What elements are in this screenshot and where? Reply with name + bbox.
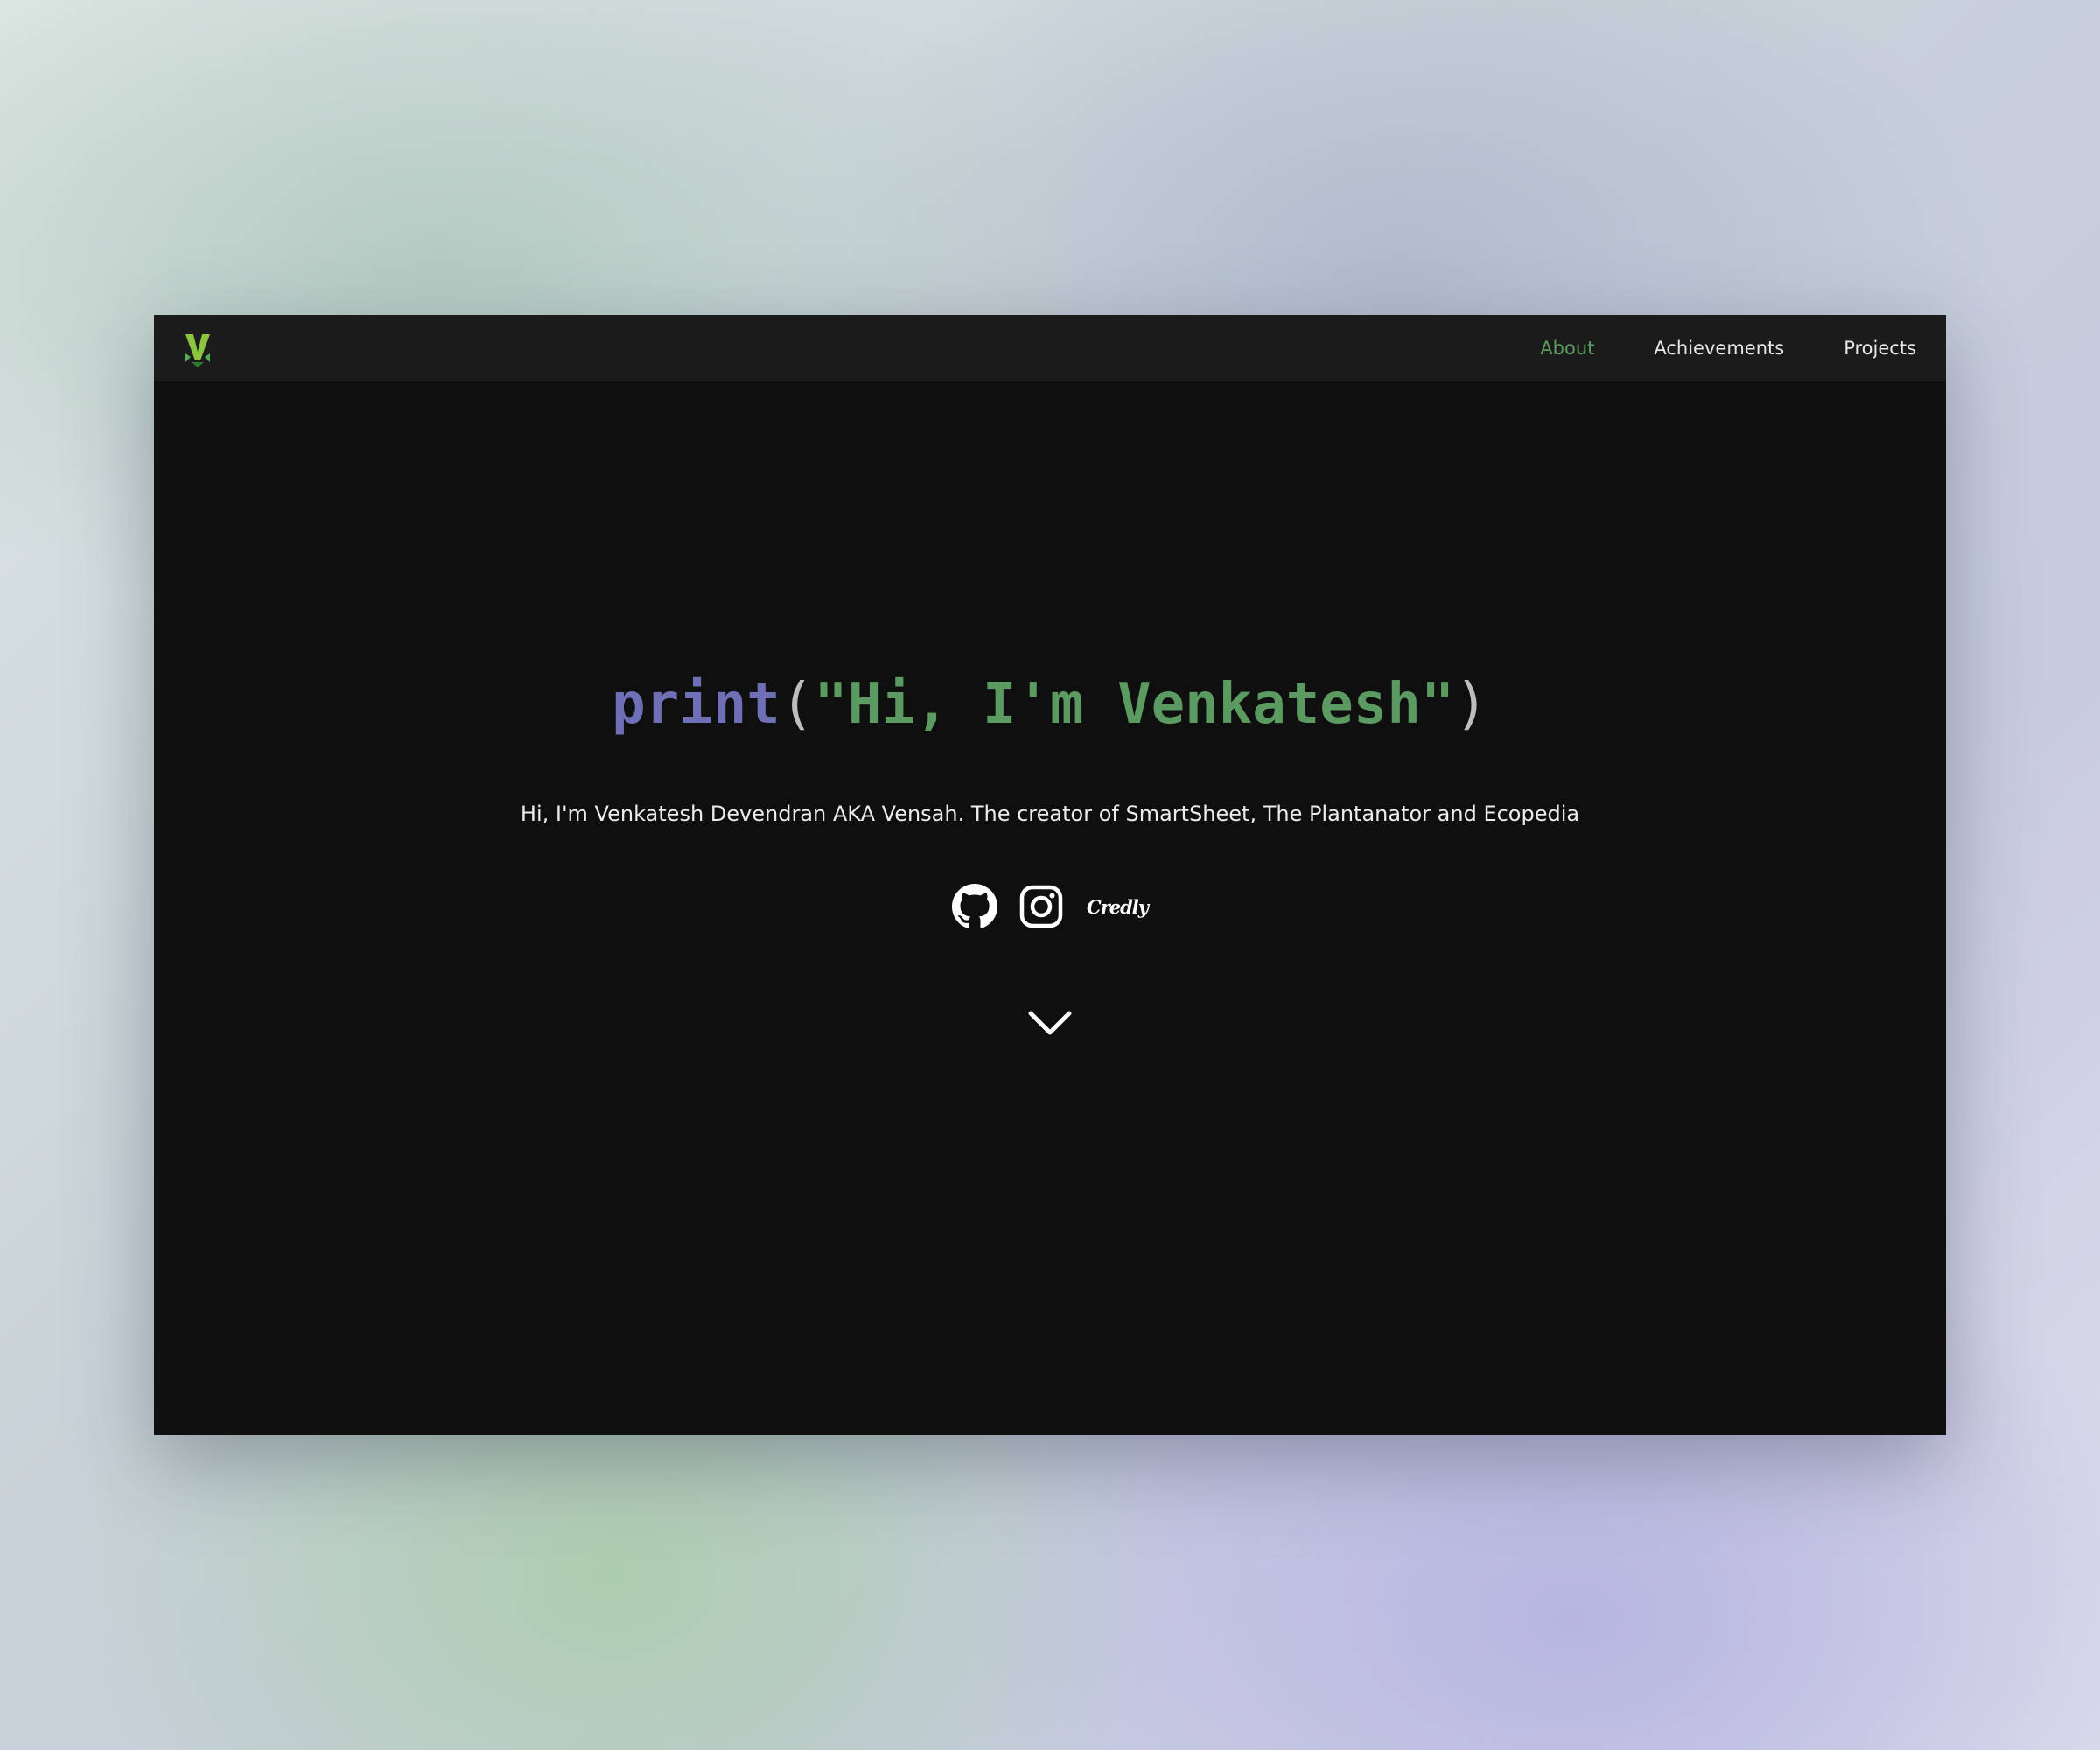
v-logo-icon[interactable]: [177, 327, 219, 369]
github-link[interactable]: [951, 884, 998, 929]
navbar: About Achievements Projects: [154, 315, 1946, 382]
instagram-icon: [1019, 885, 1063, 928]
browser-window: About Achievements Projects print("Hi, I…: [154, 315, 1946, 1435]
nav-link-about[interactable]: About: [1540, 338, 1594, 359]
credly-link[interactable]: Credly: [1087, 896, 1149, 918]
instagram-link[interactable]: [1018, 884, 1064, 929]
nav-links: About Achievements Projects: [1540, 315, 1916, 382]
nav-link-achievements[interactable]: Achievements: [1654, 338, 1784, 359]
hero-subtitle: Hi, I'm Venkatesh Devendran AKA Vensah. …: [520, 802, 1580, 826]
code-string: "Hi, I'm Venkatesh": [814, 672, 1455, 737]
social-links: Credly: [154, 882, 1946, 931]
code-keyword: print: [612, 672, 780, 737]
github-icon: [951, 884, 998, 928]
code-open-paren: (: [780, 672, 815, 737]
code-close-paren: ): [1454, 672, 1488, 737]
hero-title: print("Hi, I'm Venkatesh"): [154, 665, 1946, 744]
chevron-down-icon[interactable]: [1024, 998, 1076, 1050]
nav-link-projects[interactable]: Projects: [1844, 338, 1916, 359]
